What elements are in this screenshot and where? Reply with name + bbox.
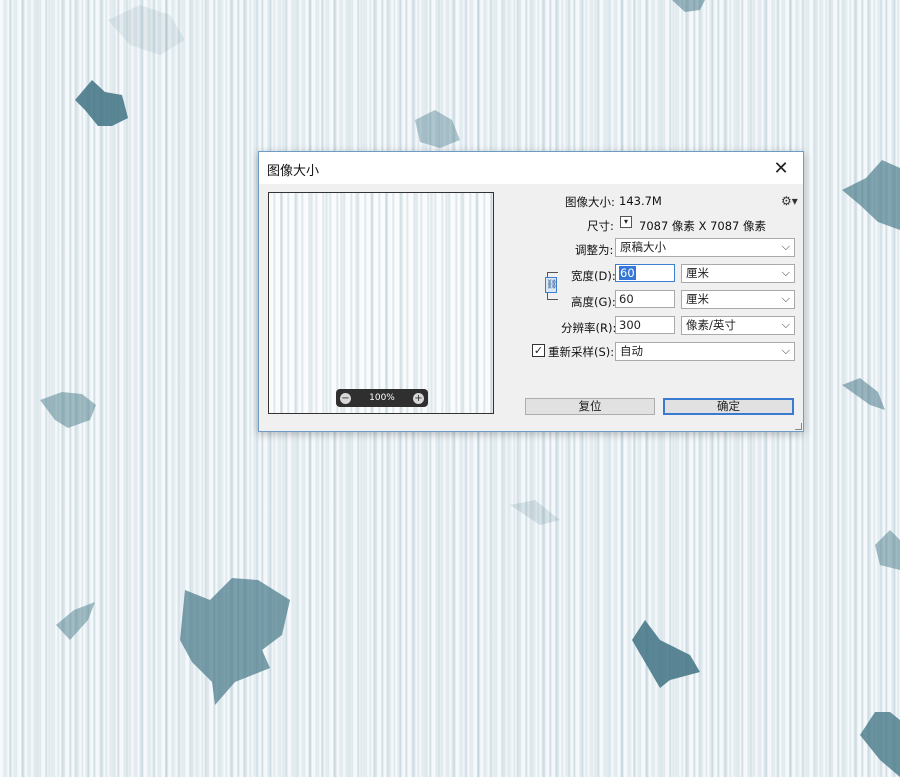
width-unit: 厘米 (686, 266, 709, 280)
fit-to-select[interactable]: 原稿大小 ⌵ (615, 238, 795, 257)
width-value: 60 (619, 266, 636, 280)
width-label: 宽度(D): (571, 269, 616, 283)
dimensions-unit-dropdown[interactable]: ▾ (620, 216, 632, 228)
resolution-unit-select[interactable]: 像素/英寸 ⌵ (681, 316, 795, 335)
chevron-down-icon: ⌵ (781, 240, 790, 253)
dialog-title: 图像大小 (267, 164, 320, 179)
image-size-value: 143.7M (619, 194, 662, 208)
height-unit-select[interactable]: 厘米 ⌵ (681, 290, 795, 309)
preview-image (269, 193, 493, 413)
gear-icon[interactable]: ⚙▾ (781, 194, 798, 208)
dimensions-value: 7087 像素 X 7087 像素 (639, 219, 767, 233)
resample-value: 自动 (620, 344, 643, 358)
fit-to-label: 调整为: (575, 243, 614, 257)
resample-select[interactable]: 自动 ⌵ (615, 342, 795, 361)
chevron-down-icon: ⌵ (781, 344, 790, 357)
resolution-value: 300 (619, 318, 641, 332)
resolution-input[interactable]: 300 (615, 316, 675, 334)
zoom-out-icon[interactable]: − (340, 392, 351, 404)
zoom-in-icon[interactable]: + (412, 392, 424, 404)
width-unit-select[interactable]: 厘米 ⌵ (681, 264, 795, 283)
resolution-label: 分辨率(R): (561, 321, 617, 335)
chevron-down-icon: ⌵ (781, 266, 790, 279)
zoom-level: 100% (369, 393, 395, 403)
chevron-down-icon: ⌵ (781, 292, 790, 305)
image-size-dialog: 图像大小 ✕ − 100% + 图像大小: 143.7M ⚙▾ 尺寸: ▾ 70… (258, 151, 804, 432)
reset-button[interactable]: 复位 (525, 398, 655, 415)
close-icon[interactable]: ✕ (759, 152, 803, 184)
dimensions-label: 尺寸: (587, 219, 614, 233)
resample-checkbox[interactable]: ✓ (532, 344, 545, 357)
zoom-controls: − 100% + (336, 389, 428, 407)
height-label: 高度(G): (571, 295, 616, 309)
ok-button[interactable]: 确定 (663, 398, 794, 415)
fit-to-value: 原稿大小 (620, 240, 666, 254)
height-unit: 厘米 (686, 292, 709, 306)
width-input[interactable]: 60 (615, 264, 675, 282)
chevron-down-icon: ⌵ (781, 318, 790, 331)
resample-label: 重新采样(S): (548, 345, 615, 359)
link-icon[interactable]: ⛓ (545, 277, 557, 293)
resize-grip[interactable] (795, 423, 802, 430)
height-value: 60 (619, 292, 634, 306)
resolution-unit: 像素/英寸 (686, 318, 736, 332)
dialog-titlebar[interactable]: 图像大小 ✕ (259, 152, 803, 184)
image-size-label: 图像大小: (565, 195, 615, 209)
image-preview[interactable]: − 100% + (268, 192, 494, 414)
height-input[interactable]: 60 (615, 290, 675, 308)
